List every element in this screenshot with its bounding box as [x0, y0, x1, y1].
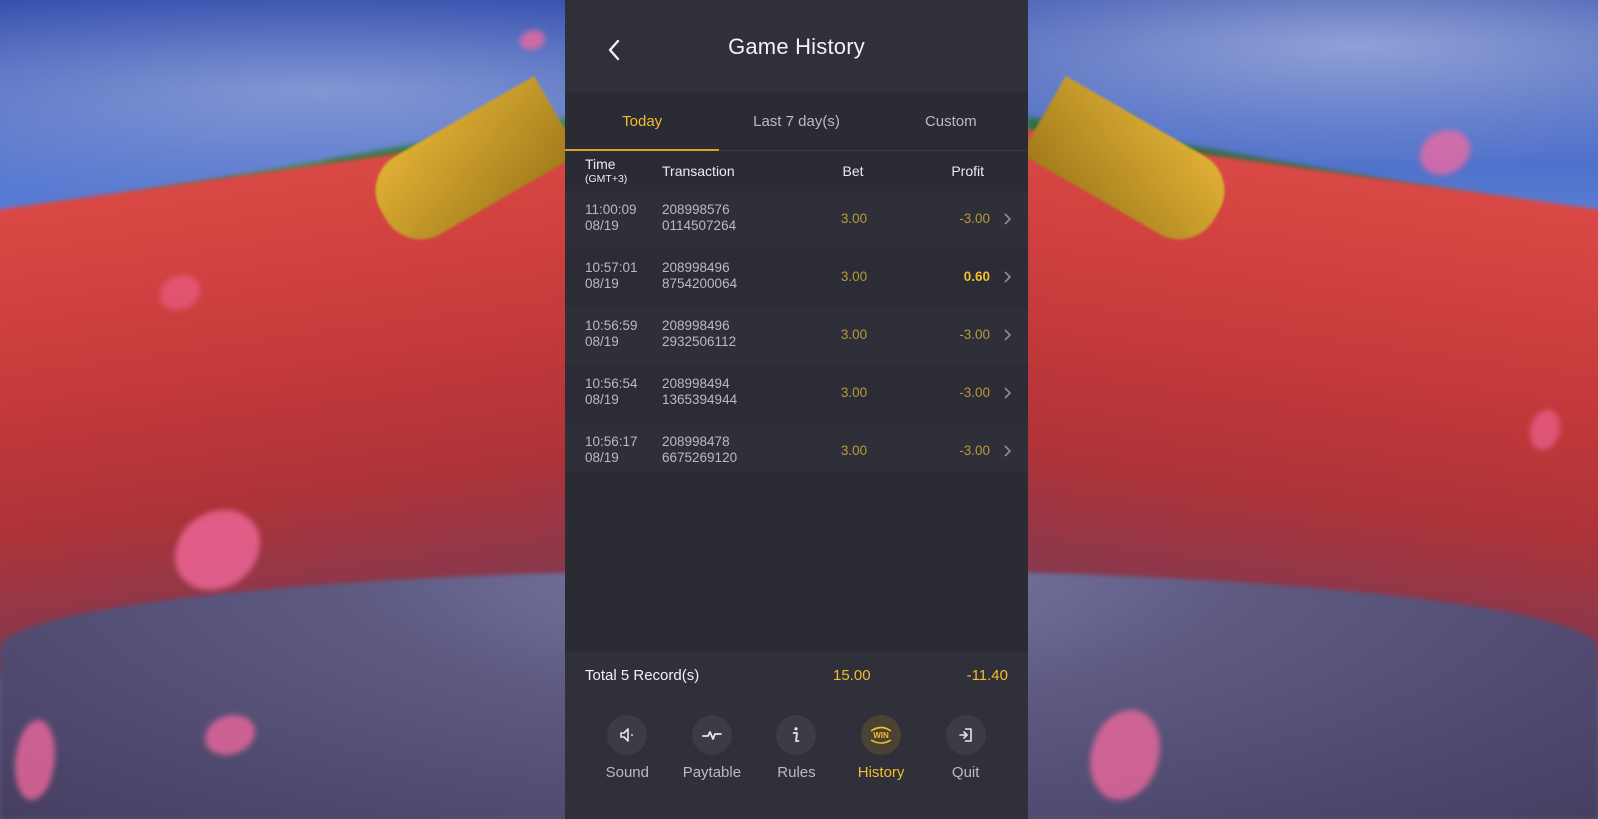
record-time: 10:56:59 08/19 [585, 318, 638, 349]
table-row[interactable]: 10:57:01 08/19 208998496 8754200064 3.00… [565, 249, 1028, 307]
menu-paytable-button[interactable]: Paytable [677, 700, 747, 819]
transaction-id-part2: 8754200064 [662, 275, 738, 291]
column-header-time: Time (GMT+3) [585, 156, 627, 185]
menu-history-button[interactable]: WIN History [846, 700, 916, 819]
win-icon: WIN [870, 726, 892, 744]
record-time-value: 10:56:54 [585, 376, 638, 391]
record-time-value: 10:56:59 [585, 318, 638, 333]
menu-icon-circle [691, 715, 732, 755]
record-transaction: 208998576 0114507264 [662, 202, 736, 233]
exit-icon [958, 728, 972, 742]
page-title: Game History [728, 34, 865, 59]
record-transaction: 208998478 6675269120 [662, 434, 737, 465]
bottom-menu: Sound Paytable Rules WIN History Quit [565, 700, 1028, 819]
transaction-id-part1: 208998496 [662, 318, 730, 333]
transaction-id-part1: 208998494 [662, 376, 730, 391]
record-time-value: 10:56:17 [585, 434, 638, 449]
menu-icon-circle [607, 715, 648, 755]
record-date-value: 08/19 [585, 217, 619, 233]
menu-sound-button[interactable]: Sound [592, 700, 662, 819]
total-profit: -11.40 [966, 667, 1008, 684]
chevron-right-icon [1004, 445, 1012, 457]
menu-icon-circle: WIN [861, 715, 902, 755]
column-header-transaction: Transaction [662, 163, 735, 179]
total-records-label: Total 5 Record(s) [585, 667, 700, 684]
menu-paytable-label: Paytable [682, 764, 742, 781]
record-profit: -3.00 [959, 443, 990, 458]
record-time-value: 10:57:01 [585, 260, 638, 275]
transaction-id-part2: 1365394944 [662, 391, 738, 407]
tab-last-7-days[interactable]: Last 7 day(s) [719, 92, 873, 150]
win-icon-text: WIN [873, 731, 889, 740]
chevron-right-icon [1004, 329, 1012, 341]
record-time: 10:56:54 08/19 [585, 376, 638, 407]
history-table: 11:00:09 08/19 208998576 0114507264 3.00… [565, 191, 1028, 481]
column-header-profit: Profit [951, 163, 984, 179]
record-profit: -3.00 [959, 211, 990, 226]
totals-bar: Total 5 Record(s) 15.00 -11.40 [565, 652, 1028, 700]
transaction-id-part2: 2932506112 [662, 333, 737, 349]
transaction-id-part1: 208998576 [662, 202, 730, 217]
record-date-value: 08/19 [585, 391, 619, 407]
menu-quit-button[interactable]: Quit [931, 700, 1001, 819]
timezone-label: (GMT+3) [585, 173, 628, 185]
chevron-right-icon [1004, 213, 1012, 225]
chevron-right-icon [1004, 387, 1012, 399]
record-profit: 0.60 [963, 269, 990, 284]
date-range-tabs: Today Last 7 day(s) Custom [565, 92, 1028, 151]
menu-rules-label: Rules [777, 764, 816, 781]
transaction-id-part1: 208998478 [662, 434, 730, 449]
record-bet: 3.00 [840, 385, 868, 400]
pulse-icon [701, 731, 722, 740]
record-time: 10:56:17 08/19 [585, 434, 638, 465]
table-row[interactable]: 11:00:09 08/19 208998576 0114507264 3.00… [565, 191, 1028, 249]
menu-sound-label: Sound [605, 764, 649, 781]
info-icon [793, 727, 800, 742]
record-time: 11:00:09 08/19 [585, 202, 637, 233]
record-bet: 3.00 [840, 327, 868, 342]
record-bet: 3.00 [840, 443, 868, 458]
total-bet: 15.00 [833, 667, 871, 684]
menu-rules-button[interactable]: Rules [761, 700, 831, 819]
record-date-value: 08/19 [585, 449, 619, 465]
menu-quit-label: Quit [951, 764, 980, 781]
record-transaction: 208998496 2932506112 [662, 318, 736, 349]
transaction-id-part2: 6675269120 [662, 449, 738, 465]
table-row[interactable]: 10:56:54 08/19 208998494 1365394944 3.00… [565, 365, 1028, 423]
column-header-bet: Bet [842, 163, 864, 179]
record-bet: 3.00 [840, 269, 868, 284]
tab-custom[interactable]: Custom [874, 92, 1028, 150]
record-profit: -3.00 [959, 385, 990, 400]
table-row[interactable]: 10:56:59 08/19 208998496 2932506112 3.00… [565, 307, 1028, 365]
table-header: Time (GMT+3) Transaction Bet Profit [565, 151, 1028, 191]
menu-icon-circle [776, 715, 817, 755]
record-bet: 3.00 [840, 211, 868, 226]
menu-icon-circle [945, 715, 986, 755]
game-history-panel: Game History Today Last 7 day(s) Custom … [565, 0, 1028, 819]
menu-history-label: History [857, 764, 905, 781]
record-time-value: 11:00:09 [585, 202, 637, 217]
panel-header: Game History [565, 0, 1028, 92]
speaker-icon [620, 728, 634, 742]
record-profit: -3.00 [959, 327, 990, 342]
record-transaction: 208998494 1365394944 [662, 376, 737, 407]
tab-today[interactable]: Today [565, 92, 720, 151]
column-header-time-label: Time [585, 156, 616, 172]
record-transaction: 208998496 8754200064 [662, 260, 737, 291]
record-date-value: 08/19 [585, 333, 619, 349]
record-time: 10:57:01 08/19 [585, 260, 638, 291]
transaction-id-part1: 208998496 [662, 260, 730, 275]
transaction-id-part2: 0114507264 [662, 217, 737, 233]
empty-list-area [565, 472, 1028, 652]
chevron-right-icon [1004, 271, 1012, 283]
record-date-value: 08/19 [585, 275, 619, 291]
